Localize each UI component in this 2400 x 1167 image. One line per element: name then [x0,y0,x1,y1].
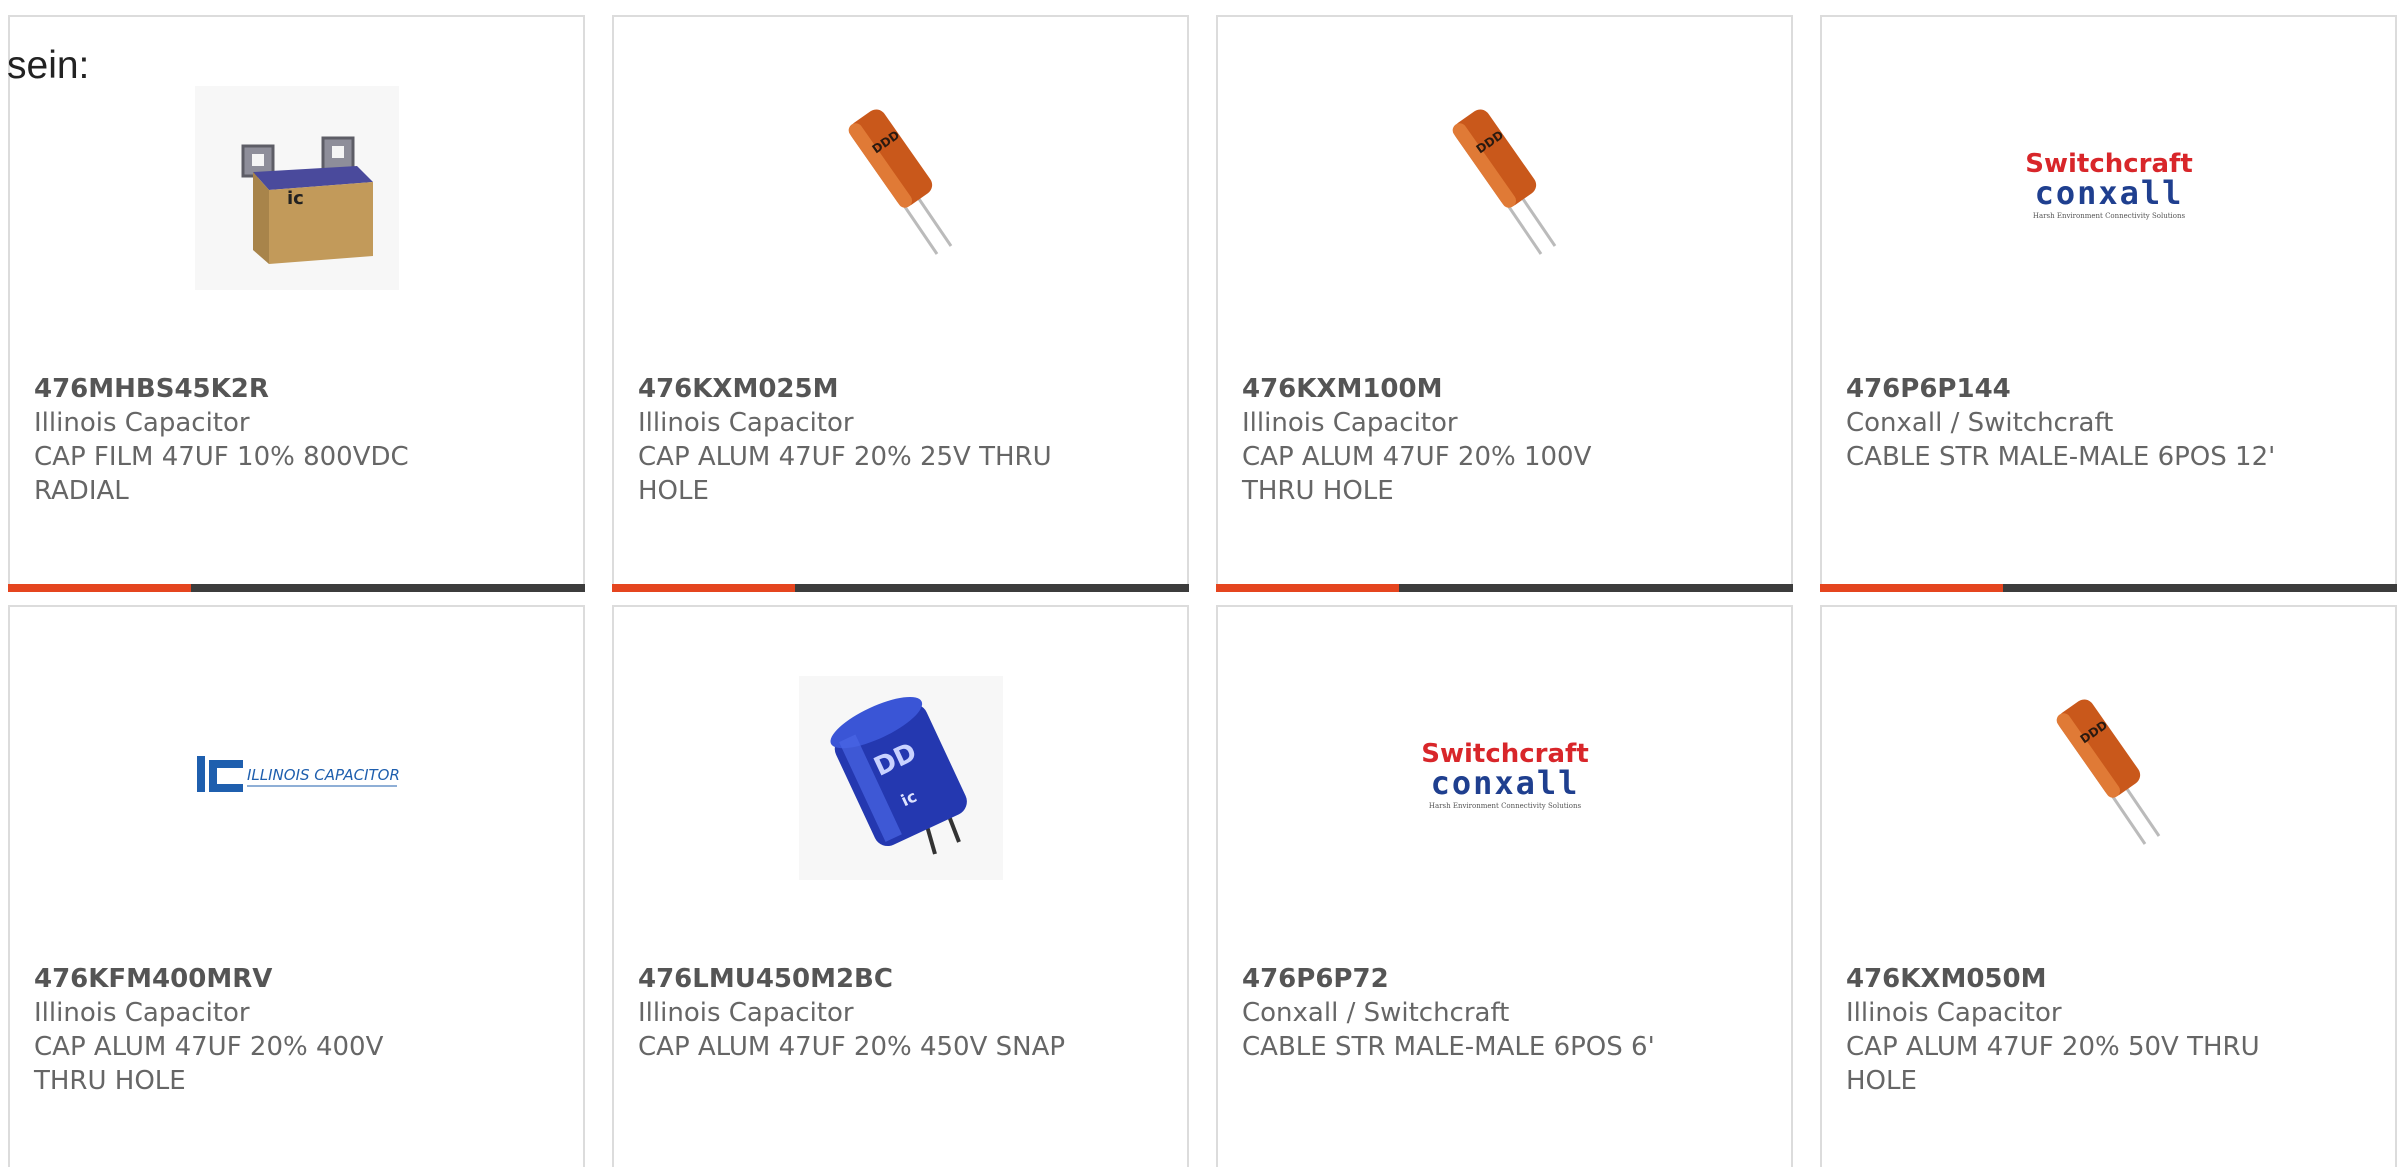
card-bottom-bar [1216,584,1793,592]
product-image[interactable]: DD ic [798,676,1003,880]
description: CAP ALUM 47UF 20% 50V THRU HOLE [1846,1032,2260,1096]
card-bottom-bar-accent [612,584,795,592]
product-info: 476KXM025M Illinois Capacitor CAP ALUM 4… [638,372,1163,508]
product-info: 476P6P144 Conxall / Switchcraft CABLE ST… [1846,372,2371,474]
product-info: 476KXM050M Illinois Capacitor CAP ALUM 4… [1846,962,2371,1098]
radial-capacitor-icon: DDD [1452,109,1556,255]
description: CAP ALUM 47UF 20% 400V THRU HOLE [34,1032,384,1096]
svg-text:conxall: conxall [2034,174,2183,212]
product-card[interactable]: DD ic 476LMU450M2BC Illinois Capacitor C… [612,605,1189,1167]
description: CAP ALUM 47UF 20% 450V SNAP [638,1032,1066,1062]
part-number[interactable]: 476P6P72 [1242,962,1767,996]
manufacturer: Illinois Capacitor [34,998,250,1028]
description: CAP ALUM 47UF 20% 25V THRU HOLE [638,442,1052,506]
part-number[interactable]: 476KXM100M [1242,372,1767,406]
manufacturer: Illinois Capacitor [1846,998,2062,1028]
switchcraft-conxall-logo: Switchcraft conxall Harsh Environment Co… [2025,149,2193,220]
intro-text: sein: [7,44,90,87]
product-card[interactable]: ILLINOIS CAPACITOR, INC. 476KFM400MRV Il… [8,605,585,1167]
product-card[interactable]: Switchcraft conxall Harsh Environment Co… [1820,15,2397,592]
description: CABLE STR MALE-MALE 6POS 6' [1242,1032,1655,1062]
product-info: 476LMU450M2BC Illinois Capacitor CAP ALU… [638,962,1163,1064]
description: CAP ALUM 47UF 20% 100V THRU HOLE [1242,442,1592,506]
card-bottom-bar [8,584,585,592]
switchcraft-conxall-logo: Switchcraft conxall Harsh Environment Co… [1421,739,1589,810]
svg-text:ic: ic [287,188,304,209]
product-card[interactable]: DDD 476KXM025M Illinois Capacitor CAP AL… [612,15,1189,592]
product-image[interactable]: DDD [2007,676,2211,880]
product-image[interactable]: DDD [799,86,1003,290]
manufacturer: Illinois Capacitor [34,408,250,438]
manufacturer: Illinois Capacitor [1242,408,1458,438]
product-info: 476KFM400MRV Illinois Capacitor CAP ALUM… [34,962,559,1098]
product-results-page: sein: ic 476MHBS45K2R Illinois Capacitor… [0,0,2400,1167]
part-number[interactable]: 476KXM025M [638,372,1163,406]
product-info: 476P6P72 Conxall / Switchcraft CABLE STR… [1242,962,1767,1064]
svg-text:conxall: conxall [1430,764,1579,802]
card-bottom-bar-accent [1820,584,2003,592]
manufacturer: Conxall / Switchcraft [1846,408,2114,438]
description: CAP FILM 47UF 10% 800VDC RADIAL [34,442,409,506]
card-bottom-bar [612,584,1189,592]
manufacturer: Illinois Capacitor [638,408,854,438]
snap-in-capacitor-icon: DD ic [798,676,1003,880]
product-card[interactable]: DDD 476KXM050M Illinois Capacitor CAP AL… [1820,605,2397,1167]
product-image[interactable]: ILLINOIS CAPACITOR, INC. [195,676,399,880]
part-number[interactable]: 476KXM050M [1846,962,2371,996]
film-capacitor-icon: ic [194,86,399,290]
card-bottom-bar-accent [1216,584,1399,592]
part-number[interactable]: 476MHBS45K2R [34,372,559,406]
radial-capacitor-icon: DDD [2056,699,2160,845]
part-number[interactable]: 476LMU450M2BC [638,962,1163,996]
manufacturer: Conxall / Switchcraft [1242,998,1510,1028]
product-card[interactable]: Switchcraft conxall Harsh Environment Co… [1216,605,1793,1167]
manufacturer: Illinois Capacitor [638,998,854,1028]
product-image[interactable]: Switchcraft conxall Harsh Environment Co… [1403,676,1607,880]
radial-capacitor-icon: DDD [848,109,952,255]
product-image[interactable]: Switchcraft conxall Harsh Environment Co… [2007,86,2211,290]
part-number[interactable]: 476P6P144 [1846,372,2371,406]
svg-text:Harsh Environment Connectivity: Harsh Environment Connectivity Solutions [2032,212,2185,220]
product-card[interactable]: ic 476MHBS45K2R Illinois Capacitor CAP F… [8,15,585,592]
svg-text:Harsh Environment Connectivity: Harsh Environment Connectivity Solutions [1428,802,1581,810]
product-info: 476KXM100M Illinois Capacitor CAP ALUM 4… [1242,372,1767,508]
description: CABLE STR MALE-MALE 6POS 12' [1846,442,2276,472]
svg-text:ILLINOIS CAPACITOR, INC.: ILLINOIS CAPACITOR, INC. [247,766,399,784]
product-image[interactable]: ic [194,86,399,290]
part-number[interactable]: 476KFM400MRV [34,962,559,996]
product-image[interactable]: DDD [1403,86,1607,290]
product-card[interactable]: DDD 476KXM100M Illinois Capacitor CAP AL… [1216,15,1793,592]
product-info: 476MHBS45K2R Illinois Capacitor CAP FILM… [34,372,559,508]
card-bottom-bar [1820,584,2397,592]
illinois-capacitor-logo: ILLINOIS CAPACITOR, INC. [196,756,399,792]
card-bottom-bar-accent [8,584,191,592]
